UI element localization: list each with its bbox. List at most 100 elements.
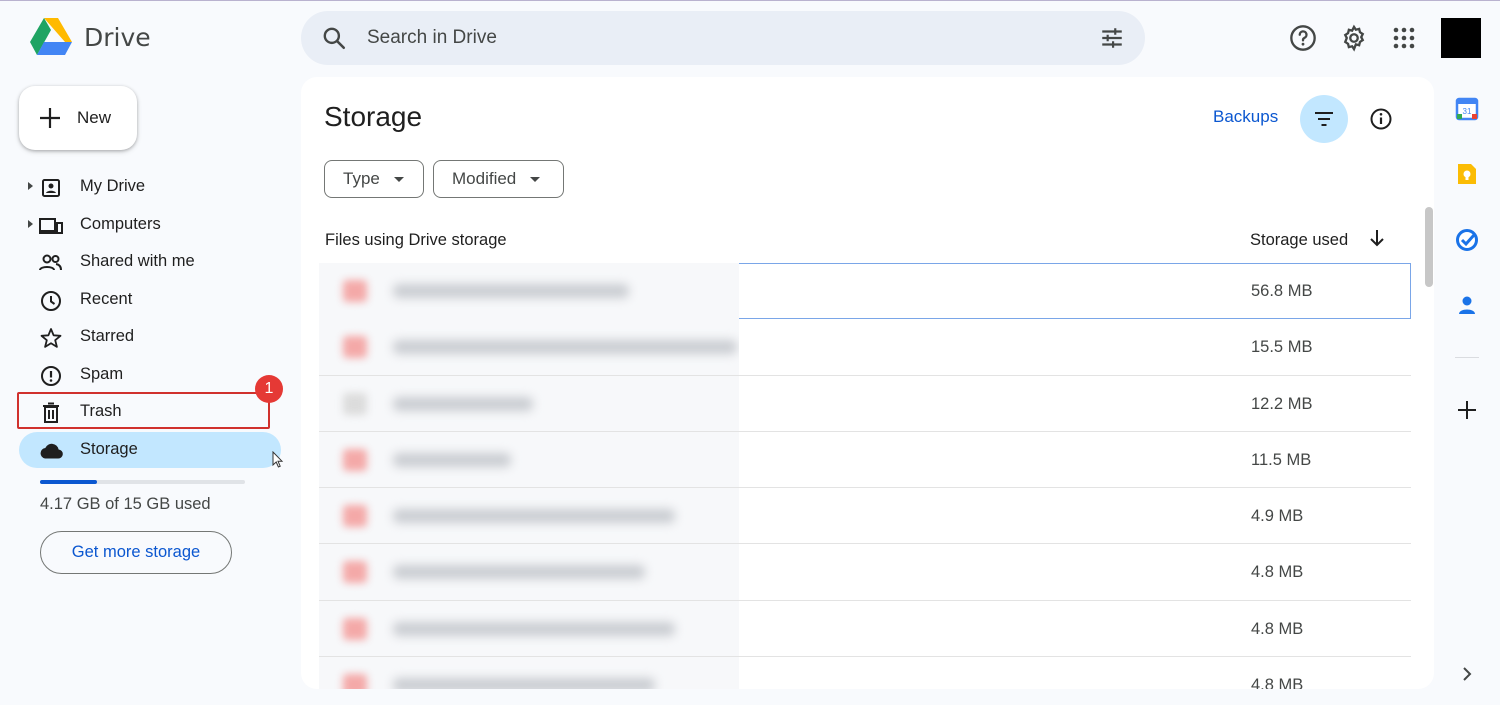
table-row[interactable]: 56.8 MB	[319, 263, 1411, 320]
sidebar-item-spam[interactable]: Spam	[19, 357, 281, 393]
filter-icon	[1315, 112, 1333, 126]
calendar-icon[interactable]: 31	[1454, 96, 1480, 122]
search-icon[interactable]	[321, 25, 347, 56]
side-panel-divider	[1455, 357, 1479, 358]
redacted-file-cell	[319, 263, 739, 320]
apps-grid-icon[interactable]	[1388, 22, 1420, 54]
file-type-icon	[343, 674, 367, 689]
expand-arrow-icon[interactable]	[28, 182, 33, 190]
file-size: 4.8 MB	[1251, 563, 1304, 582]
file-size: 4.8 MB	[1251, 676, 1304, 689]
redacted-file-cell	[319, 431, 739, 488]
keep-icon[interactable]	[1454, 161, 1480, 187]
redacted-file-name	[393, 509, 675, 524]
info-button[interactable]	[1365, 103, 1397, 135]
contacts-icon[interactable]	[1454, 292, 1480, 318]
file-type-icon	[343, 561, 367, 584]
file-type-icon	[343, 617, 367, 640]
sidebar-item-label: Recent	[80, 289, 133, 308]
caret-down-icon	[530, 176, 541, 182]
redacted-file-cell	[319, 319, 739, 375]
get-more-storage-button[interactable]: Get more storage	[40, 531, 232, 574]
file-size: 4.8 MB	[1251, 619, 1304, 638]
page-title: Storage	[324, 101, 423, 132]
clock-icon	[39, 289, 63, 313]
file-type-icon	[343, 448, 367, 471]
trash-highlight-box	[17, 392, 270, 429]
sidebar-item-shared-with-me[interactable]: Shared with me	[19, 244, 281, 280]
step-badge: 1	[255, 375, 283, 403]
sidebar-item-recent[interactable]: Recent	[19, 282, 281, 318]
settings-gear-icon[interactable]	[1338, 22, 1370, 54]
cloud-icon	[39, 439, 63, 463]
file-type-icon	[343, 505, 367, 528]
search-options-icon[interactable]	[1099, 25, 1125, 56]
new-button[interactable]: New	[19, 86, 137, 150]
add-addon-plus-icon[interactable]	[1454, 397, 1480, 423]
plus-icon	[40, 108, 60, 128]
file-type-icon	[343, 336, 367, 359]
redacted-file-name	[393, 565, 645, 580]
chip-label: Type	[343, 169, 380, 188]
redacted-file-name	[393, 284, 629, 298]
table-row[interactable]: 11.5 MB	[319, 431, 1411, 489]
sidebar-item-label: Storage	[80, 439, 138, 458]
table-row[interactable]: 4.8 MB	[319, 657, 1411, 689]
scrollbar-thumb[interactable]	[1425, 207, 1433, 287]
redacted-file-cell	[319, 375, 739, 431]
table-row[interactable]: 4.8 MB	[319, 600, 1411, 658]
table-row[interactable]: 12.2 MB	[319, 375, 1411, 432]
sidebar-item-label: Shared with me	[80, 252, 195, 270]
file-size: 15.5 MB	[1251, 338, 1313, 357]
redacted-file-cell	[319, 488, 739, 544]
drive-logo[interactable]: Drive	[30, 18, 151, 56]
help-icon[interactable]	[1287, 22, 1319, 54]
type-filter-chip[interactable]: Type	[324, 160, 424, 198]
people-icon	[39, 251, 63, 275]
main-panel: Storage Backups Type Modified Files usin…	[301, 77, 1434, 689]
redacted-file-name	[393, 621, 675, 636]
sidebar-item-label: Starred	[80, 327, 135, 345]
modified-filter-chip[interactable]: Modified	[433, 160, 564, 198]
file-type-icon	[343, 392, 367, 415]
app-name: Drive	[84, 22, 151, 52]
file-size: 4.9 MB	[1251, 507, 1304, 526]
search-bar[interactable]	[301, 11, 1145, 65]
table-row[interactable]: 4.9 MB	[319, 488, 1411, 545]
tasks-icon[interactable]	[1454, 227, 1480, 253]
calendar-day: 31	[1463, 107, 1472, 116]
drive-logo-icon	[30, 18, 72, 55]
mouse-cursor-icon	[272, 450, 284, 473]
redacted-file-name	[393, 340, 737, 355]
redacted-file-cell	[319, 600, 739, 657]
info-icon	[1370, 108, 1392, 130]
filter-button[interactable]	[1300, 95, 1348, 143]
backups-link[interactable]: Backups	[1213, 107, 1278, 127]
redacted-file-cell	[319, 544, 739, 600]
sidebar-item-computers[interactable]: Computers	[19, 207, 281, 243]
redacted-file-name	[393, 452, 511, 467]
caret-down-icon	[393, 176, 404, 182]
sidebar-item-label: Computers	[80, 214, 161, 233]
sort-arrow-down-icon[interactable]	[1369, 228, 1385, 253]
table-row[interactable]: 4.8 MB	[319, 544, 1411, 601]
sidebar-item-starred[interactable]: Starred	[19, 319, 281, 355]
new-button-label: New	[77, 108, 112, 127]
file-type-icon	[343, 280, 367, 302]
sidebar-item-label: My Drive	[80, 177, 146, 195]
table-row[interactable]: 15.5 MB	[319, 319, 1411, 376]
column-header-storage-used[interactable]: Storage used	[1250, 231, 1348, 250]
file-size: 11.5 MB	[1251, 450, 1312, 469]
search-input[interactable]	[367, 23, 1067, 53]
redacted-file-name	[393, 396, 533, 411]
expand-arrow-icon[interactable]	[28, 219, 33, 228]
storage-usage-fill	[40, 480, 97, 484]
expand-side-panel-chevron-icon[interactable]	[1454, 661, 1480, 687]
file-list: 56.8 MB 15.5 MB 12.2 MB 11.5 MB 4.9 MB 4.8 MB…	[319, 263, 1411, 689]
sidebar-item-storage[interactable]: Storage	[19, 431, 281, 468]
account-avatar[interactable]	[1441, 18, 1481, 58]
chip-label: Modified	[452, 169, 517, 188]
star-icon	[39, 326, 63, 350]
storage-usage-bar	[40, 480, 245, 484]
sidebar-item-my-drive[interactable]: My Drive	[19, 169, 281, 205]
